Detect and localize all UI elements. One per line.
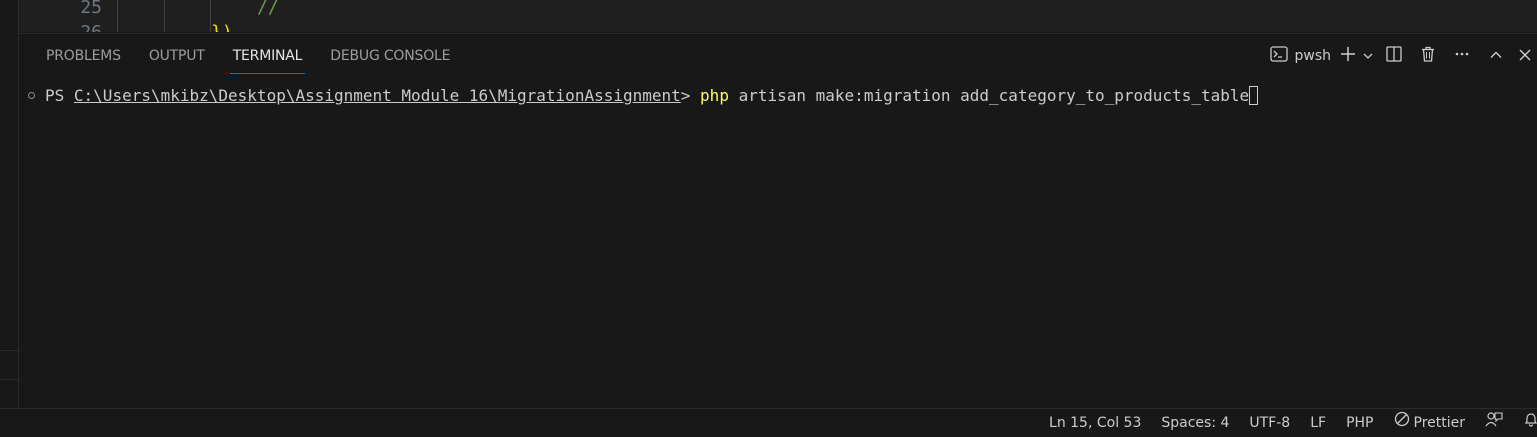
command-args: artisan make:migration add_category_to_p… <box>728 86 1250 105</box>
indent-guide <box>164 0 165 32</box>
prompt-suffix: > <box>680 86 701 105</box>
code-comment: // <box>257 0 279 18</box>
notifications-button[interactable] <box>1513 409 1537 437</box>
activity-strip <box>0 0 19 408</box>
line-number: 26 <box>58 22 102 32</box>
command-decoration-icon[interactable] <box>28 92 35 99</box>
strip-divider <box>0 379 18 380</box>
terminal-icon <box>1270 46 1289 66</box>
prompt-prefix: PS <box>45 86 74 105</box>
end-of-line[interactable]: LF <box>1300 409 1336 437</box>
terminal-selector[interactable]: pwsh <box>1264 42 1337 70</box>
tab-debug-console[interactable]: DEBUG CONSOLE <box>329 34 451 78</box>
trash-icon <box>1420 46 1436 66</box>
bell-icon <box>1523 409 1537 437</box>
language-mode[interactable]: PHP <box>1336 409 1383 437</box>
command-name: php <box>700 86 729 105</box>
ellipsis-icon <box>1454 46 1470 66</box>
chevron-up-icon <box>1489 47 1503 66</box>
maximize-panel-button[interactable] <box>1479 42 1513 70</box>
strip-divider <box>0 350 18 351</box>
terminal-prompt-line: PS C:\Users\mkibz\Desktop\Assignment Mod… <box>45 86 1259 105</box>
person-feedback-icon <box>1485 409 1503 437</box>
prettier-label: Prettier <box>1413 415 1466 431</box>
tab-output[interactable]: OUTPUT <box>148 34 206 78</box>
code-closing-brace: }) <box>211 22 233 32</box>
more-actions-button[interactable] <box>1445 42 1479 70</box>
panel-tabs: PROBLEMS OUTPUT TERMINAL DEBUG CONSOLE <box>19 34 451 78</box>
tab-terminal[interactable]: TERMINAL <box>229 34 305 78</box>
terminal-cursor <box>1249 86 1259 105</box>
prompt-path-link[interactable]: C:\Users\mkibz\Desktop\Assignment Module… <box>74 86 681 105</box>
new-terminal-button[interactable] <box>1337 42 1359 70</box>
kill-terminal-button[interactable] <box>1411 42 1445 70</box>
encoding[interactable]: UTF-8 <box>1239 409 1300 437</box>
terminal-output[interactable]: PS C:\Users\mkibz\Desktop\Assignment Mod… <box>19 86 1537 162</box>
status-bar: Ln 15, Col 53 Spaces: 4 UTF-8 LF PHP Pre… <box>0 408 1537 437</box>
plus-icon <box>1340 46 1356 66</box>
editor-peek: 25 26 // }) <box>19 0 1537 32</box>
prettier-status[interactable]: Prettier <box>1384 409 1476 437</box>
indentation[interactable]: Spaces: 4 <box>1151 409 1239 437</box>
split-terminal-button[interactable] <box>1377 42 1411 70</box>
indent-guide <box>117 0 118 32</box>
terminal-name: pwsh <box>1294 48 1331 64</box>
line-number: 25 <box>80 0 102 18</box>
launch-profile-button[interactable] <box>1359 42 1377 70</box>
feedback-button[interactable] <box>1475 409 1513 437</box>
split-icon <box>1386 46 1402 66</box>
close-panel-button[interactable] <box>1513 42 1537 70</box>
bottom-panel: PROBLEMS OUTPUT TERMINAL DEBUG CONSOLE p… <box>19 33 1537 409</box>
tab-problems[interactable]: PROBLEMS <box>45 34 122 78</box>
panel-actions: pwsh <box>1264 34 1537 78</box>
chevron-down-icon <box>1362 47 1374 66</box>
cursor-position[interactable]: Ln 15, Col 53 <box>1039 409 1151 437</box>
close-icon <box>1518 47 1532 66</box>
prohibited-icon <box>1394 409 1410 437</box>
